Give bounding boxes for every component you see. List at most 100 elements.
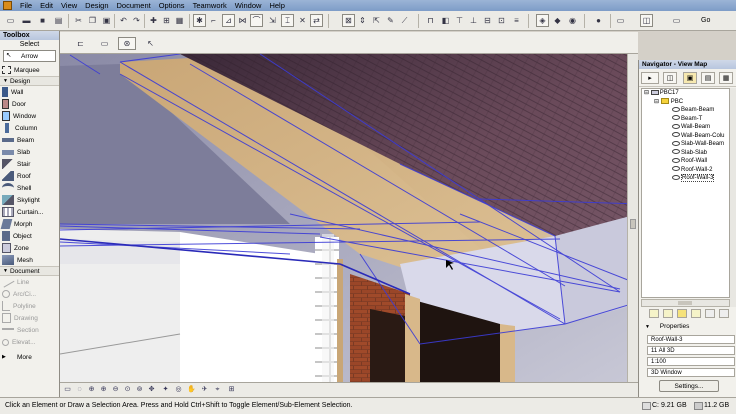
tree-view-item[interactable]: Roof-Wall-2 xyxy=(642,166,729,175)
project-map-icon[interactable]: ▸ xyxy=(641,72,659,84)
menu-view[interactable]: View xyxy=(61,1,77,10)
lock-icon[interactable]: ⊡ xyxy=(495,14,508,27)
tool-drawing[interactable]: Drawing xyxy=(0,312,59,324)
selection-method-icon[interactable]: ⊛ xyxy=(118,37,136,50)
layout-book-icon[interactable]: ▣ xyxy=(683,72,697,84)
menu-document[interactable]: Document xyxy=(117,1,151,10)
tool-slab[interactable]: Slab xyxy=(0,146,59,158)
explode-icon[interactable]: ✕ xyxy=(296,14,309,27)
property-view-name[interactable]: Roof-Wall-3 xyxy=(647,335,735,344)
tool-shell[interactable]: Shell xyxy=(0,182,59,194)
tool-marquee[interactable]: Marquee xyxy=(0,64,59,76)
tree-view-item[interactable]: Slab-Wall-Beam xyxy=(642,140,729,149)
go-label[interactable]: Go xyxy=(701,17,710,24)
clone-folder-icon[interactable] xyxy=(677,309,687,318)
pencil-icon[interactable]: ✎ xyxy=(384,14,397,27)
elevate-icon[interactable]: ⊠ xyxy=(342,14,355,27)
tool-skylight[interactable]: Skylight xyxy=(0,194,59,206)
zoom-window-icon[interactable]: ⊙ xyxy=(122,385,133,395)
3d-viewport[interactable] xyxy=(60,54,638,382)
tool-arrow[interactable]: ↖ Arrow xyxy=(3,50,56,62)
tree-view-item[interactable]: Wall-Beam xyxy=(642,123,729,132)
look-icon[interactable]: ⌖ xyxy=(212,385,223,395)
menu-teamwork[interactable]: Teamwork xyxy=(193,1,227,10)
tree-view-item[interactable]: Wall-Beam-Colu xyxy=(642,132,729,141)
view-2d-icon[interactable]: ▭ xyxy=(62,385,73,395)
tool-section[interactable]: Section xyxy=(0,324,59,336)
adjust-icon[interactable]: ⊿ xyxy=(222,14,235,27)
tree-view-item[interactable]: Beam-Beam xyxy=(642,106,729,115)
view-3d-icon[interactable]: ◫ xyxy=(640,14,653,27)
tool-beam[interactable]: Beam xyxy=(0,134,59,146)
property-layer-combination[interactable]: 11 All 3D xyxy=(647,346,735,355)
tree-view-item-selected[interactable]: Roof-Wall-3 xyxy=(642,174,729,183)
print-icon[interactable]: ▤ xyxy=(52,14,65,27)
info-icon[interactable] xyxy=(719,309,729,318)
section-icon[interactable]: ▭ xyxy=(670,14,683,27)
tree-view-item[interactable]: Roof-Wall xyxy=(642,157,729,166)
tool-polyline[interactable]: Polyline xyxy=(0,300,59,312)
distribute-icon[interactable]: ⊥ xyxy=(467,14,480,27)
new-file-icon[interactable]: ▭ xyxy=(4,14,17,27)
tool-morph[interactable]: Morph xyxy=(0,218,59,230)
scroll-thumb[interactable] xyxy=(630,219,636,229)
zoom-in-icon[interactable]: ⊕ xyxy=(98,385,109,395)
tool-wall[interactable]: Wall xyxy=(0,86,59,98)
tool-column[interactable]: Column xyxy=(0,122,59,134)
walk-icon[interactable]: ✦ xyxy=(160,385,171,395)
redo-icon[interactable]: ↷ xyxy=(130,14,143,27)
orbit-icon[interactable]: ◌ xyxy=(74,385,85,395)
single-element-icon[interactable]: ▭ xyxy=(98,37,111,50)
suspend-icon[interactable]: ≡ xyxy=(510,14,523,27)
magic-wand-icon[interactable]: ✱ xyxy=(193,14,206,27)
tree-view-item[interactable]: Beam-T xyxy=(642,115,729,124)
layers-icon[interactable]: ◈ xyxy=(536,14,549,27)
tool-arc-circle[interactable]: Arc/Ci... xyxy=(0,288,59,300)
persp-icon[interactable]: ⊞ xyxy=(226,385,237,395)
view-map-icon[interactable]: ◫ xyxy=(663,72,677,84)
copy-icon[interactable]: ❐ xyxy=(86,14,99,27)
marker-icon[interactable]: ◉ xyxy=(566,14,579,27)
tool-object[interactable]: Object xyxy=(0,230,59,242)
document-section[interactable]: ▼ Document xyxy=(0,266,59,276)
settings-icon[interactable] xyxy=(705,309,715,318)
hand-icon[interactable]: ✋ xyxy=(186,385,197,395)
tool-mesh[interactable]: Mesh xyxy=(0,254,59,266)
split-icon[interactable]: ⌶ xyxy=(281,14,294,27)
door-icon[interactable]: ⊓ xyxy=(424,14,437,27)
tree-folder[interactable]: ⊟ PBC xyxy=(642,97,729,107)
navigator-horizontal-scrollbar[interactable] xyxy=(641,299,730,307)
ruler-icon[interactable]: ⟋ xyxy=(398,14,411,27)
save-view-icon[interactable] xyxy=(663,309,673,318)
resize-icon[interactable]: ⇱ xyxy=(370,14,383,27)
zoom-out-icon[interactable]: ⊖ xyxy=(110,385,121,395)
paste-icon[interactable]: ▣ xyxy=(100,14,113,27)
stretch-icon[interactable]: ⇕ xyxy=(356,14,369,27)
intersect-icon[interactable]: ⋈ xyxy=(236,14,249,27)
property-window-type[interactable]: 3D Window xyxy=(647,368,735,377)
design-section[interactable]: ▼ Design xyxy=(0,76,59,86)
organizer-icon[interactable]: ▦ xyxy=(719,72,733,84)
new-folder-icon[interactable] xyxy=(649,309,659,318)
offset-icon[interactable]: ⇲ xyxy=(266,14,279,27)
arrow-cursor-icon[interactable]: ↖ xyxy=(144,37,157,50)
tool-roof[interactable]: Roof xyxy=(0,170,59,182)
group-icon[interactable]: ⊟ xyxy=(481,14,494,27)
open-folder-icon[interactable]: ▬ xyxy=(20,14,33,27)
menu-design[interactable]: Design xyxy=(85,1,108,10)
menu-options[interactable]: Options xyxy=(159,1,185,10)
camera-icon[interactable]: ◎ xyxy=(173,385,184,395)
tool-zone[interactable]: Zone xyxy=(0,242,59,254)
settings-button[interactable]: Settings... xyxy=(659,380,719,392)
menu-help[interactable]: Help xyxy=(269,1,284,10)
pan-icon[interactable]: ✥ xyxy=(146,385,157,395)
tool-stair[interactable]: Stair xyxy=(0,158,59,170)
tool-line[interactable]: Line xyxy=(0,276,59,288)
fly-icon[interactable]: ✈ xyxy=(199,385,210,395)
tree-view-item[interactable]: Slab-Slab xyxy=(642,149,729,158)
green-dot-icon[interactable]: ● xyxy=(592,14,605,27)
menu-file[interactable]: File xyxy=(20,1,32,10)
measure-icon[interactable]: ⊞ xyxy=(160,14,173,27)
navigator-vertical-scrollbar[interactable] xyxy=(730,88,736,307)
align-icon[interactable]: ⊤ xyxy=(453,14,466,27)
